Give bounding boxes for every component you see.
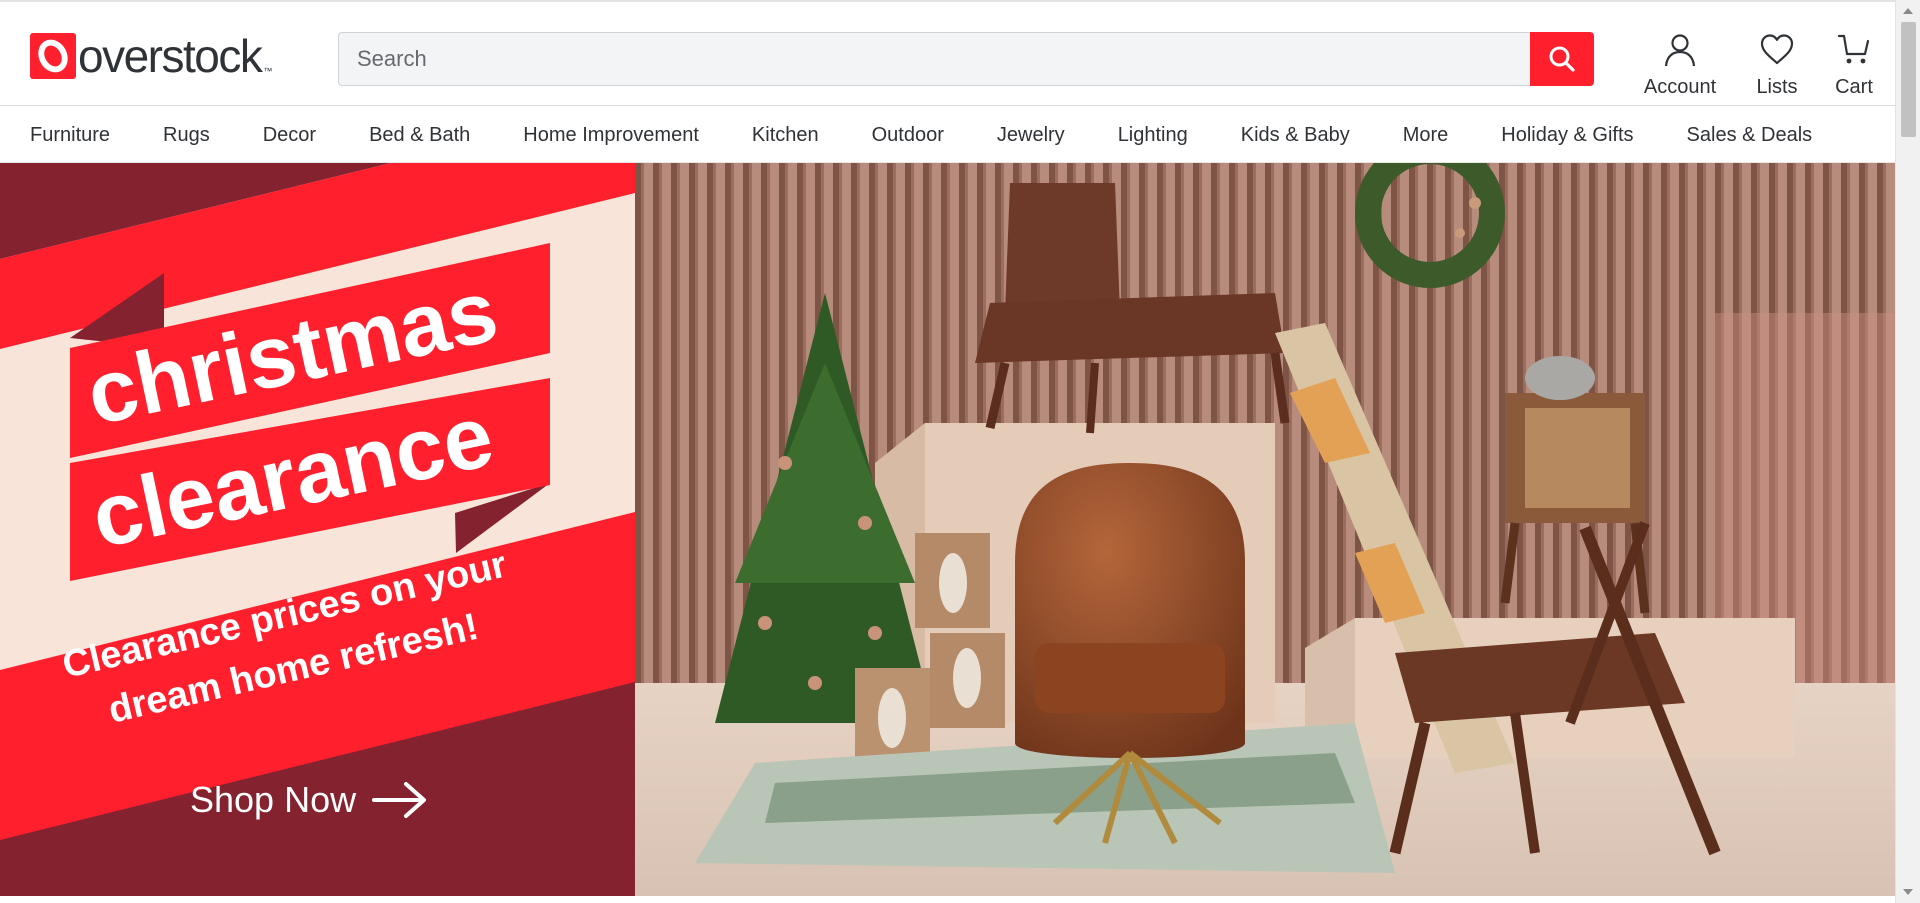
overstock-logo[interactable]: overstock ™ <box>30 30 272 82</box>
nav-item-kids-baby[interactable]: Kids & Baby <box>1241 107 1350 163</box>
lists-label: Lists <box>1756 76 1798 98</box>
nav-item-holiday-gifts[interactable]: Holiday & Gifts <box>1501 107 1633 163</box>
living-room-scene-image <box>635 163 1895 896</box>
search-button[interactable] <box>1530 32 1594 86</box>
page-scrollbar[interactable] <box>1895 0 1920 903</box>
nav-item-decor[interactable]: Decor <box>263 107 316 163</box>
heart-icon <box>1760 34 1794 65</box>
nav-item-kitchen[interactable]: Kitchen <box>752 107 819 163</box>
nav-item-sales-deals[interactable]: Sales & Deals <box>1687 107 1813 163</box>
search-icon <box>1549 46 1575 72</box>
nav-item-furniture[interactable]: Furniture <box>30 107 110 163</box>
nav-item-jewelry[interactable]: Jewelry <box>997 107 1065 163</box>
account-label: Account <box>1643 76 1717 98</box>
hero-product-photo[interactable] <box>635 163 1895 896</box>
nav-item-lighting[interactable]: Lighting <box>1118 107 1188 163</box>
shop-now-label: Shop Now <box>190 779 357 820</box>
scrollbar-thumb[interactable] <box>1901 22 1916 137</box>
search-input[interactable] <box>338 32 1530 86</box>
shop-now-button[interactable]: Shop Now <box>190 779 428 821</box>
nav-item-outdoor[interactable]: Outdoor <box>872 107 944 163</box>
category-nav: Furniture Rugs Decor Bed & Bath Home Imp… <box>0 107 1895 163</box>
nav-item-rugs[interactable]: Rugs <box>163 107 210 163</box>
site-header: overstock ™ Account <box>0 2 1895 106</box>
cart-label: Cart <box>1835 76 1873 98</box>
lists-button[interactable]: Lists <box>1742 32 1812 98</box>
logo-trademark: ™ <box>263 66 273 76</box>
page: overstock ™ Account <box>0 0 1920 903</box>
scroll-down-arrow-icon[interactable] <box>1903 889 1913 895</box>
nav-item-more[interactable]: More <box>1403 107 1449 163</box>
cart-icon <box>1837 34 1870 64</box>
account-button[interactable]: Account <box>1630 32 1730 98</box>
search-bar <box>338 32 1594 86</box>
cart-button[interactable]: Cart <box>1824 32 1884 98</box>
hero-banner[interactable]: christmas clearance Clearance prices on … <box>0 163 1895 896</box>
logo-wordmark: overstock <box>78 30 263 82</box>
promo-panel[interactable]: christmas clearance Clearance prices on … <box>0 163 635 896</box>
header-actions: Account Lists Cart <box>1620 32 1884 98</box>
scroll-up-arrow-icon[interactable] <box>1903 8 1913 14</box>
nav-item-bed-bath[interactable]: Bed & Bath <box>369 107 470 163</box>
user-icon <box>1664 34 1696 67</box>
arrow-right-icon <box>372 782 427 818</box>
nav-item-home-improvement[interactable]: Home Improvement <box>523 107 699 163</box>
logo-mark-icon <box>30 33 76 79</box>
